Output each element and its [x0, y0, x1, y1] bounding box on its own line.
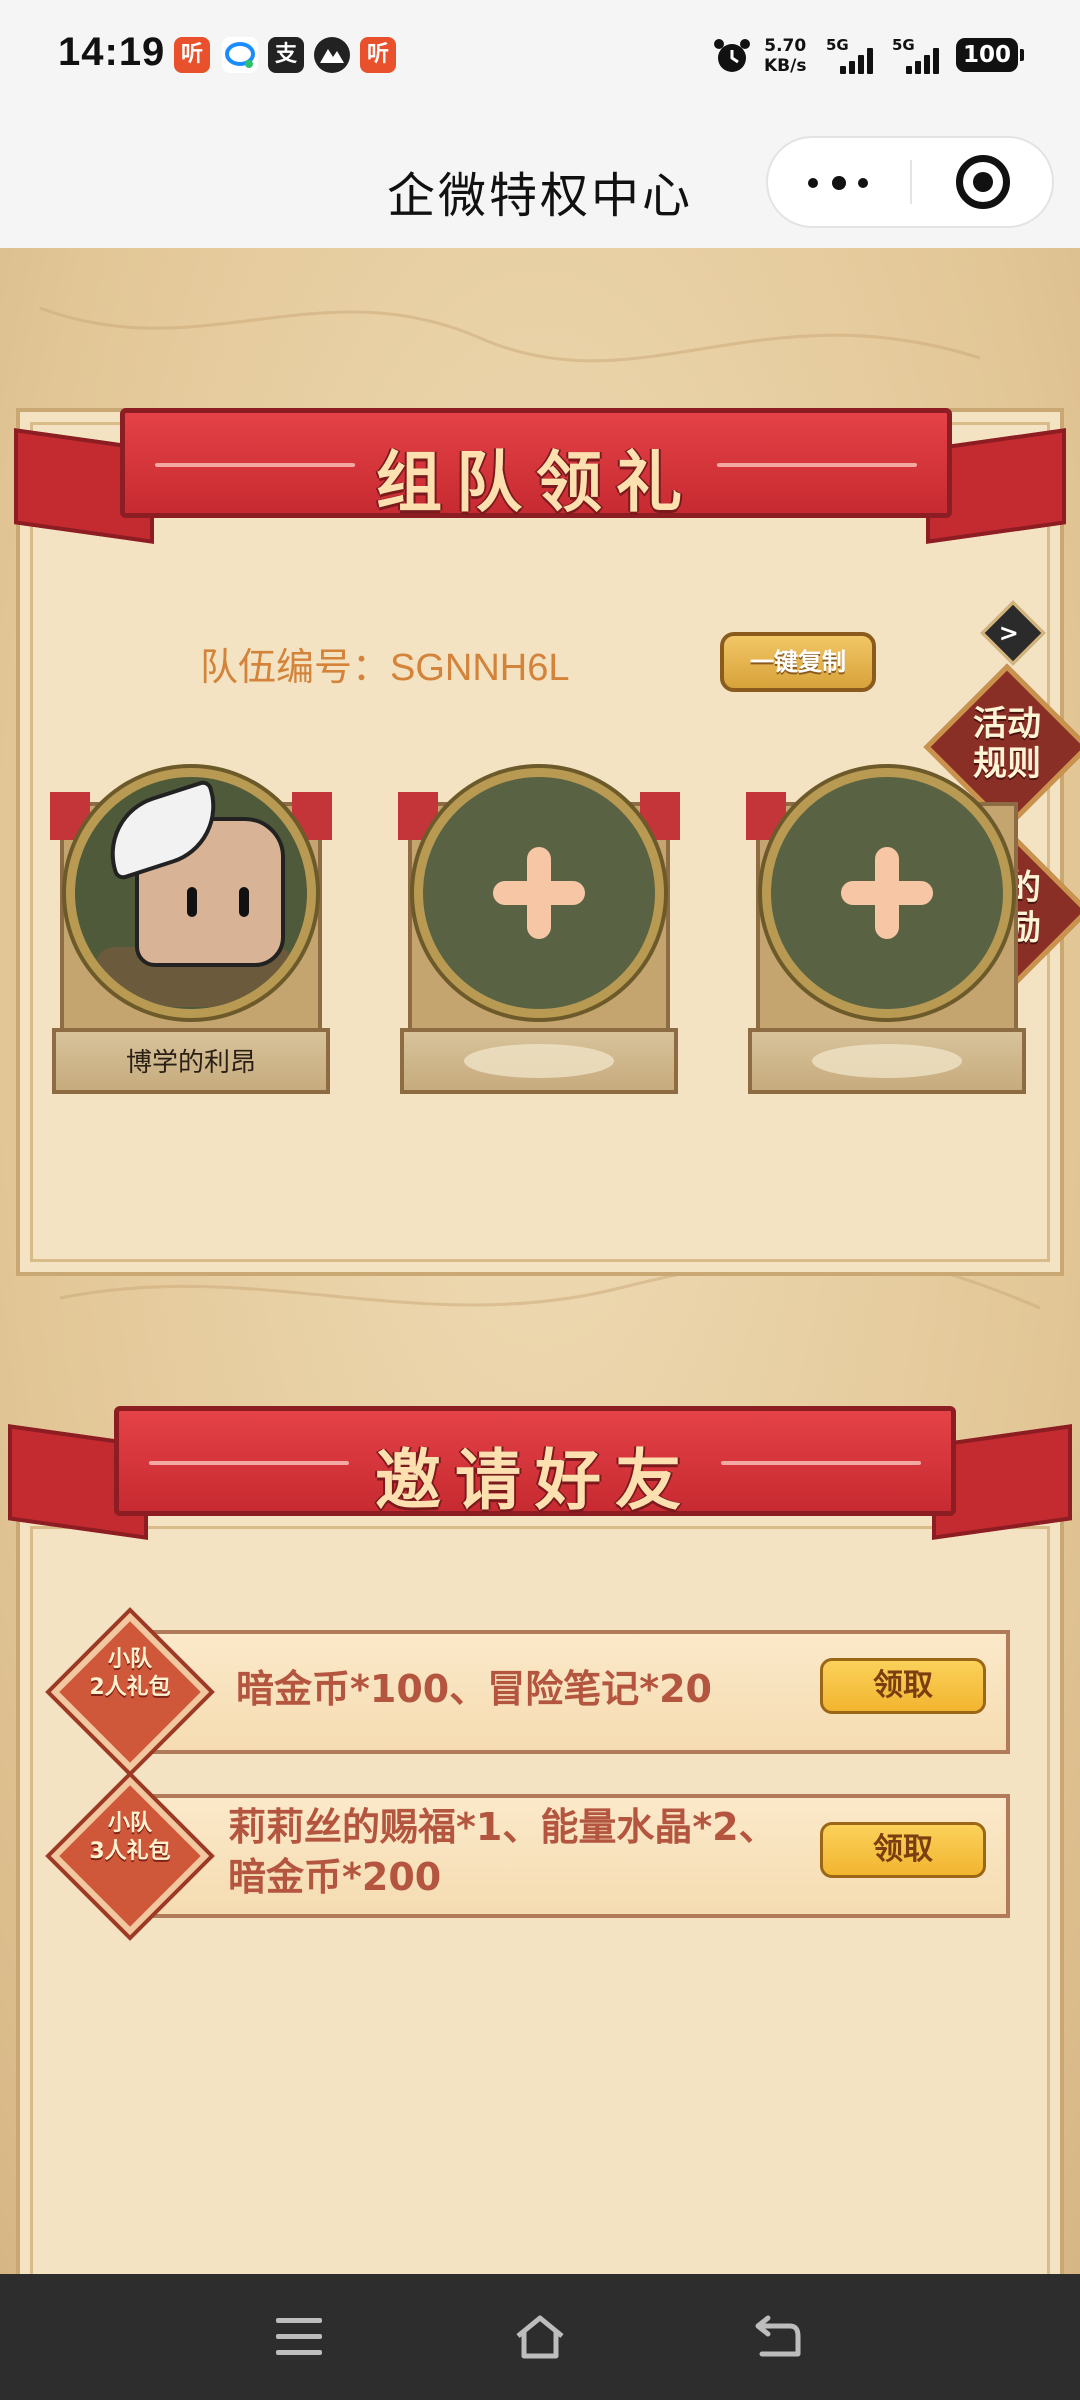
reward-badge-label: 小队 2人礼包 [64, 1646, 196, 1702]
name-plate-glow [464, 1044, 614, 1078]
reward-description-line1: 暗金币*100、冒险笔记*20 [236, 1667, 712, 1711]
team-member-slot-3[interactable] [742, 758, 1032, 1098]
system-navigation-bar [0, 2274, 1080, 2400]
back-icon[interactable] [752, 2314, 802, 2360]
reward-description: 莉莉丝的赐福*1、能量水晶*2、 暗金币*200 [228, 1802, 777, 1902]
activity-rules-label-line1: 活动 [973, 704, 1041, 744]
target-close-icon-dot [973, 172, 993, 192]
reward-badge-label: 小队 3人礼包 [64, 1810, 196, 1866]
reward-description: 暗金币*100、冒险笔记*20 [236, 1664, 712, 1714]
name-plate [400, 1028, 678, 1094]
team-number-label: 队伍编号： [200, 647, 391, 689]
sim2-signal-icon [906, 48, 946, 74]
plus-icon-vertical [875, 847, 899, 939]
network-speed-unit: KB/s [764, 56, 807, 76]
network-speed-value: 5.70 [764, 36, 807, 56]
more-options-button[interactable] [768, 138, 910, 226]
member-avatar [66, 768, 316, 1018]
team-number: 队伍编号：SGNNH6L [200, 636, 570, 691]
reward-badge-line1: 小队 [107, 1647, 152, 1672]
reward-badge-line2: 2人礼包 [89, 1675, 171, 1700]
copy-team-number-button[interactable]: 一键复制 [720, 632, 876, 692]
team-section-ribbon: 组队领礼 [120, 408, 952, 521]
claim-reward-button[interactable]: 领取 [820, 1658, 986, 1714]
reward-badge-line2: 3人礼包 [89, 1839, 171, 1864]
avatar-eye-right [239, 887, 249, 917]
sim1-signal-icon [840, 48, 880, 74]
home-icon[interactable] [512, 2312, 568, 2362]
invite-section-title: 邀请好友 [375, 1442, 695, 1519]
team-member-slot-2[interactable] [394, 758, 684, 1098]
status-bar: 14:19 听 支 听 5.70 KB/s 5G 5G 100 [0, 0, 1080, 118]
invite-member-button[interactable] [762, 768, 1012, 1018]
team-number-value: SGNNH6L [390, 647, 570, 689]
invite-member-button[interactable] [414, 768, 664, 1018]
reward-row-2-person: 小队 2人礼包 暗金币*100、冒险笔记*20 领取 [50, 1612, 1016, 1772]
event-page-content: 组队领礼 队伍编号：SGNNH6L 一键复制 > 活动 规则 我的 奖励 [0, 248, 1080, 2274]
claim-reward-button[interactable]: 领取 [820, 1822, 986, 1878]
plus-icon-vertical [527, 847, 551, 939]
reward-badge-line1: 小队 [107, 1811, 152, 1836]
mountain-app-notification-icon [314, 37, 350, 73]
reward-description-line1: 莉莉丝的赐福*1、能量水晶*2、 [228, 1805, 777, 1849]
network-speed: 5.70 KB/s [764, 36, 806, 76]
alarm-icon [712, 36, 752, 76]
invite-section-ribbon: 邀请好友 [114, 1406, 956, 1519]
reward-row-3-person: 小队 3人礼包 莉莉丝的赐福*1、能量水晶*2、 暗金币*200 领取 [50, 1776, 1016, 1936]
ting-app-notification-icon-2: 听 [360, 37, 396, 73]
battery-icon: 100 [956, 38, 1024, 72]
recent-apps-menu-icon[interactable] [276, 2318, 322, 2356]
status-time: 14:19 [58, 30, 166, 74]
alipay-notification-icon: 支 [268, 37, 304, 73]
avatar-eye-left [187, 887, 197, 917]
name-plate-glow [812, 1044, 962, 1078]
reward-description-line2: 暗金币*200 [228, 1855, 442, 1899]
close-mini-program-button[interactable] [912, 138, 1054, 226]
member-name: 博学的利昂 [125, 1048, 256, 1078]
chat-app-notification-icon [222, 37, 258, 73]
name-plate [748, 1028, 1026, 1094]
team-section-title: 组队领礼 [376, 444, 696, 521]
mini-program-capsule [766, 136, 1054, 228]
chevron-right-icon: > [998, 619, 1019, 648]
team-member-slot-1: 博学的利昂 [46, 758, 336, 1098]
ting-app-notification-icon: 听 [174, 37, 210, 73]
mini-program-title-bar: 企微特权中心 [0, 118, 1080, 248]
